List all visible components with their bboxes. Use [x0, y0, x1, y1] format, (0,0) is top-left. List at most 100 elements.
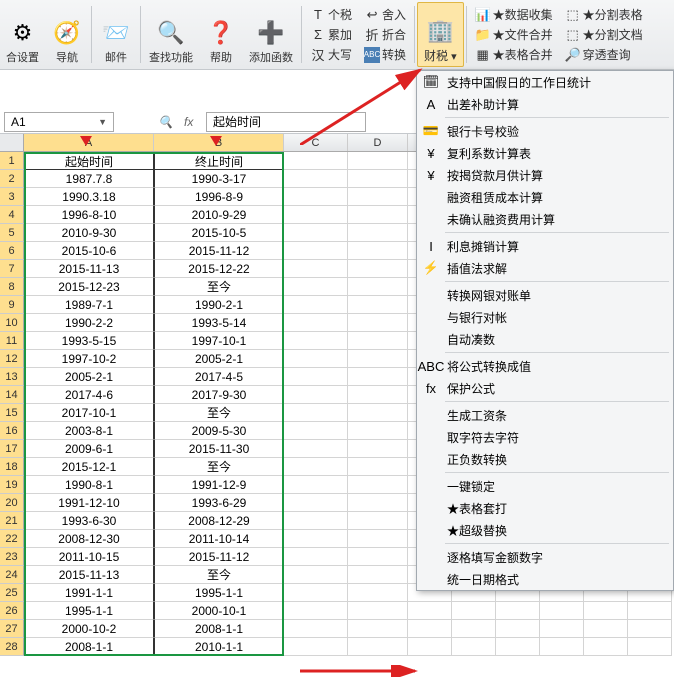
cell[interactable]: 2010-9-29 [154, 206, 284, 224]
menu-item[interactable]: fx保护公式 [417, 377, 673, 399]
cell[interactable]: 2008-1-1 [154, 620, 284, 638]
mini-drillquery[interactable]: 🔎穿透查询 [563, 45, 645, 65]
cell[interactable] [284, 638, 348, 656]
cell[interactable] [284, 476, 348, 494]
cell[interactable]: 2011-10-14 [154, 530, 284, 548]
menu-item[interactable]: 未确认融资费用计算 [417, 208, 673, 230]
cell[interactable]: 至今 [154, 458, 284, 476]
menu-item[interactable]: ★表格套打 [417, 497, 673, 519]
cell[interactable] [540, 638, 584, 656]
cell[interactable]: 1997-10-1 [154, 332, 284, 350]
row-header[interactable]: 19 [0, 476, 24, 494]
cell[interactable]: 1996-8-10 [24, 206, 154, 224]
cell[interactable] [284, 332, 348, 350]
cell[interactable] [348, 638, 408, 656]
cell[interactable] [348, 530, 408, 548]
cell[interactable] [284, 584, 348, 602]
cell[interactable] [348, 422, 408, 440]
cell[interactable] [284, 530, 348, 548]
cell[interactable]: 终止时间 [154, 152, 284, 170]
row-header[interactable]: 22 [0, 530, 24, 548]
menu-item[interactable]: 统一日期格式 [417, 568, 673, 590]
row-header[interactable]: 9 [0, 296, 24, 314]
cell[interactable] [284, 350, 348, 368]
cell[interactable]: 2015-12-22 [154, 260, 284, 278]
cell[interactable] [348, 260, 408, 278]
cell[interactable] [628, 638, 672, 656]
cell[interactable]: 2015-11-30 [154, 440, 284, 458]
cell[interactable]: 2003-8-1 [24, 422, 154, 440]
cell[interactable] [348, 476, 408, 494]
menu-item[interactable]: 转换网银对账单 [417, 284, 673, 306]
fx-icon[interactable]: fx [184, 115, 202, 129]
ribbon-nav[interactable]: 🧭导航 [45, 2, 89, 67]
cell[interactable] [348, 314, 408, 332]
mini-filemerge[interactable]: 📁★文件合并 [473, 25, 555, 45]
mini-trans[interactable]: ABC转换 [362, 45, 408, 65]
cell[interactable]: 1993-6-30 [24, 512, 154, 530]
menu-item[interactable]: A出差补助计算 [417, 93, 673, 115]
mini-splitdoc[interactable]: ⬚★分割文档 [563, 25, 645, 45]
cell[interactable]: 2005-2-1 [154, 350, 284, 368]
cell[interactable]: 2008-12-29 [154, 512, 284, 530]
row-header[interactable]: 18 [0, 458, 24, 476]
cell[interactable] [284, 620, 348, 638]
cell[interactable] [284, 458, 348, 476]
cell[interactable]: 1993-6-29 [154, 494, 284, 512]
cell[interactable]: 1990.3.18 [24, 188, 154, 206]
cell[interactable]: 1990-3-17 [154, 170, 284, 188]
cell[interactable]: 2015-12-23 [24, 278, 154, 296]
cell[interactable]: 2000-10-1 [154, 602, 284, 620]
row-header[interactable]: 10 [0, 314, 24, 332]
ribbon-help[interactable]: ❓帮助 [199, 2, 243, 67]
ribbon-find[interactable]: 🔍查找功能 [143, 2, 199, 67]
cell[interactable] [348, 602, 408, 620]
cell[interactable] [284, 242, 348, 260]
ribbon-finance-tax[interactable]: 🏢财税 ▾ [417, 2, 464, 67]
cell[interactable]: 2009-5-30 [154, 422, 284, 440]
menu-item[interactable]: ★超级替换 [417, 519, 673, 541]
cell[interactable]: 2010-9-30 [24, 224, 154, 242]
cell[interactable]: 1996-8-9 [154, 188, 284, 206]
cell[interactable]: 1995-1-1 [154, 584, 284, 602]
cell[interactable]: 2011-10-15 [24, 548, 154, 566]
cell[interactable] [348, 512, 408, 530]
cell[interactable] [496, 638, 540, 656]
row-header[interactable]: 21 [0, 512, 24, 530]
cell[interactable] [284, 224, 348, 242]
cell[interactable] [348, 494, 408, 512]
row-header[interactable]: 24 [0, 566, 24, 584]
cell[interactable] [284, 404, 348, 422]
mini-datacollect[interactable]: 📊★数据收集 [473, 5, 555, 25]
ribbon-addfn[interactable]: ➕添加函数 [243, 2, 299, 67]
ribbon-settings[interactable]: ⚙合设置 [0, 2, 45, 67]
row-header[interactable]: 14 [0, 386, 24, 404]
menu-item[interactable]: ¥按揭贷款月供计算 [417, 164, 673, 186]
cell[interactable]: 2017-4-5 [154, 368, 284, 386]
cell[interactable] [284, 368, 348, 386]
cell[interactable] [284, 440, 348, 458]
cell[interactable] [348, 350, 408, 368]
row-header[interactable]: 12 [0, 350, 24, 368]
cell[interactable] [284, 296, 348, 314]
cell[interactable] [348, 368, 408, 386]
cell[interactable]: 2015-10-6 [24, 242, 154, 260]
menu-item[interactable]: ⚡插值法求解 [417, 257, 673, 279]
row-header[interactable]: 8 [0, 278, 24, 296]
cell[interactable] [628, 602, 672, 620]
cell[interactable] [348, 566, 408, 584]
menu-item[interactable]: ABC将公式转换成值 [417, 355, 673, 377]
cell[interactable]: 2015-12-1 [24, 458, 154, 476]
cell[interactable] [348, 152, 408, 170]
menu-item[interactable]: 取字符去字符 [417, 426, 673, 448]
menu-item[interactable]: 自动凑数 [417, 328, 673, 350]
menu-item[interactable]: I利息摊销计算 [417, 235, 673, 257]
cell[interactable]: 1990-8-1 [24, 476, 154, 494]
mini-convert[interactable]: 折折合 [362, 25, 408, 45]
menu-item[interactable]: 💳银行卡号校验 [417, 120, 673, 142]
cell[interactable]: 至今 [154, 566, 284, 584]
cell[interactable]: 1997-10-2 [24, 350, 154, 368]
cell[interactable] [284, 206, 348, 224]
cell[interactable] [584, 620, 628, 638]
cell[interactable] [496, 620, 540, 638]
